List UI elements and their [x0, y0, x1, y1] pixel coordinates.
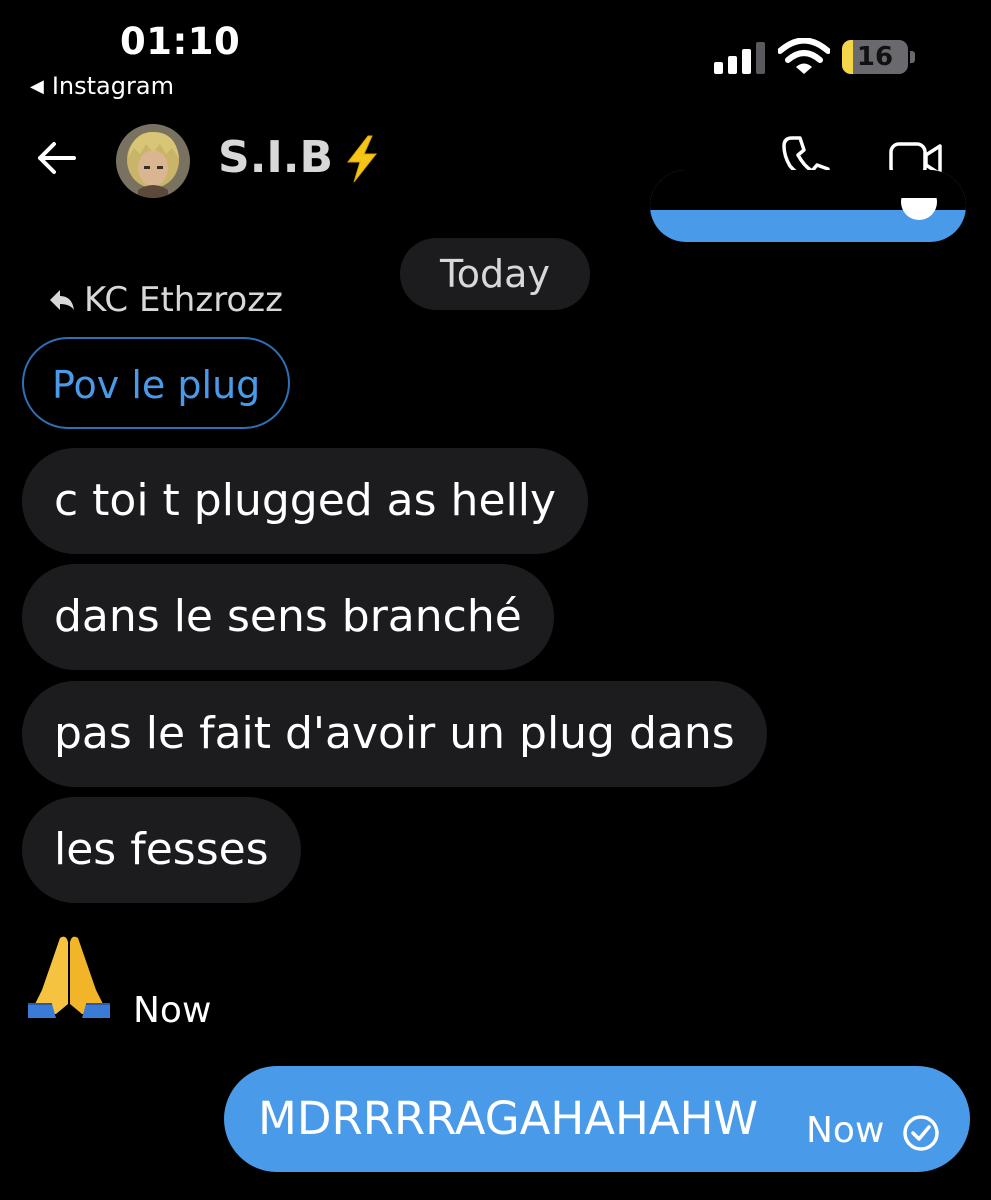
back-triangle-icon: ◀: [30, 75, 44, 97]
date-separator: Today: [400, 238, 590, 310]
incoming-message[interactable]: pas le fait d'avoir un plug dans: [22, 681, 767, 787]
back-to-app-link[interactable]: ◀ Instagram: [30, 72, 174, 100]
reply-header: KC Ethzrozz: [48, 280, 283, 320]
incoming-message[interactable]: les fesses: [22, 797, 301, 903]
outgoing-message-text: MDRRRRAGAHAHAHW: [258, 1092, 758, 1145]
folded-hands-emoji[interactable]: [26, 934, 112, 1018]
status-time: 01:10: [120, 20, 241, 63]
back-app-label: Instagram: [51, 72, 174, 100]
reply-to-user: KC Ethzrozz: [84, 280, 283, 320]
contact-name[interactable]: S.I.B: [218, 132, 333, 183]
cellular-signal-icon: [714, 42, 765, 74]
wifi-icon: [778, 38, 830, 74]
emoji-timestamp: Now: [133, 990, 212, 1031]
dm-screen: 01:10 ◀ Instagram 16 S.I.B Today KC Ethz…: [0, 0, 991, 1200]
seen-check-icon: [901, 198, 937, 220]
back-arrow-icon[interactable]: [34, 136, 78, 180]
battery-icon: 16: [842, 40, 908, 74]
battery-level: 16: [856, 42, 894, 72]
incoming-message[interactable]: dans le sens branché: [22, 564, 554, 670]
reply-arrow-icon: [50, 290, 74, 310]
previous-outgoing-bubble[interactable]: [650, 170, 966, 242]
sent-check-icon: [903, 1115, 939, 1151]
avatar[interactable]: [116, 124, 190, 198]
outgoing-message[interactable]: MDRRRRAGAHAHAHW Now: [224, 1066, 970, 1172]
outgoing-timestamp: Now: [806, 1110, 885, 1151]
lightning-bolt-icon: [346, 135, 378, 183]
incoming-message[interactable]: c toi t plugged as helly: [22, 448, 589, 554]
quoted-message[interactable]: Pov le plug: [22, 337, 291, 429]
battery-cap: [910, 51, 915, 63]
